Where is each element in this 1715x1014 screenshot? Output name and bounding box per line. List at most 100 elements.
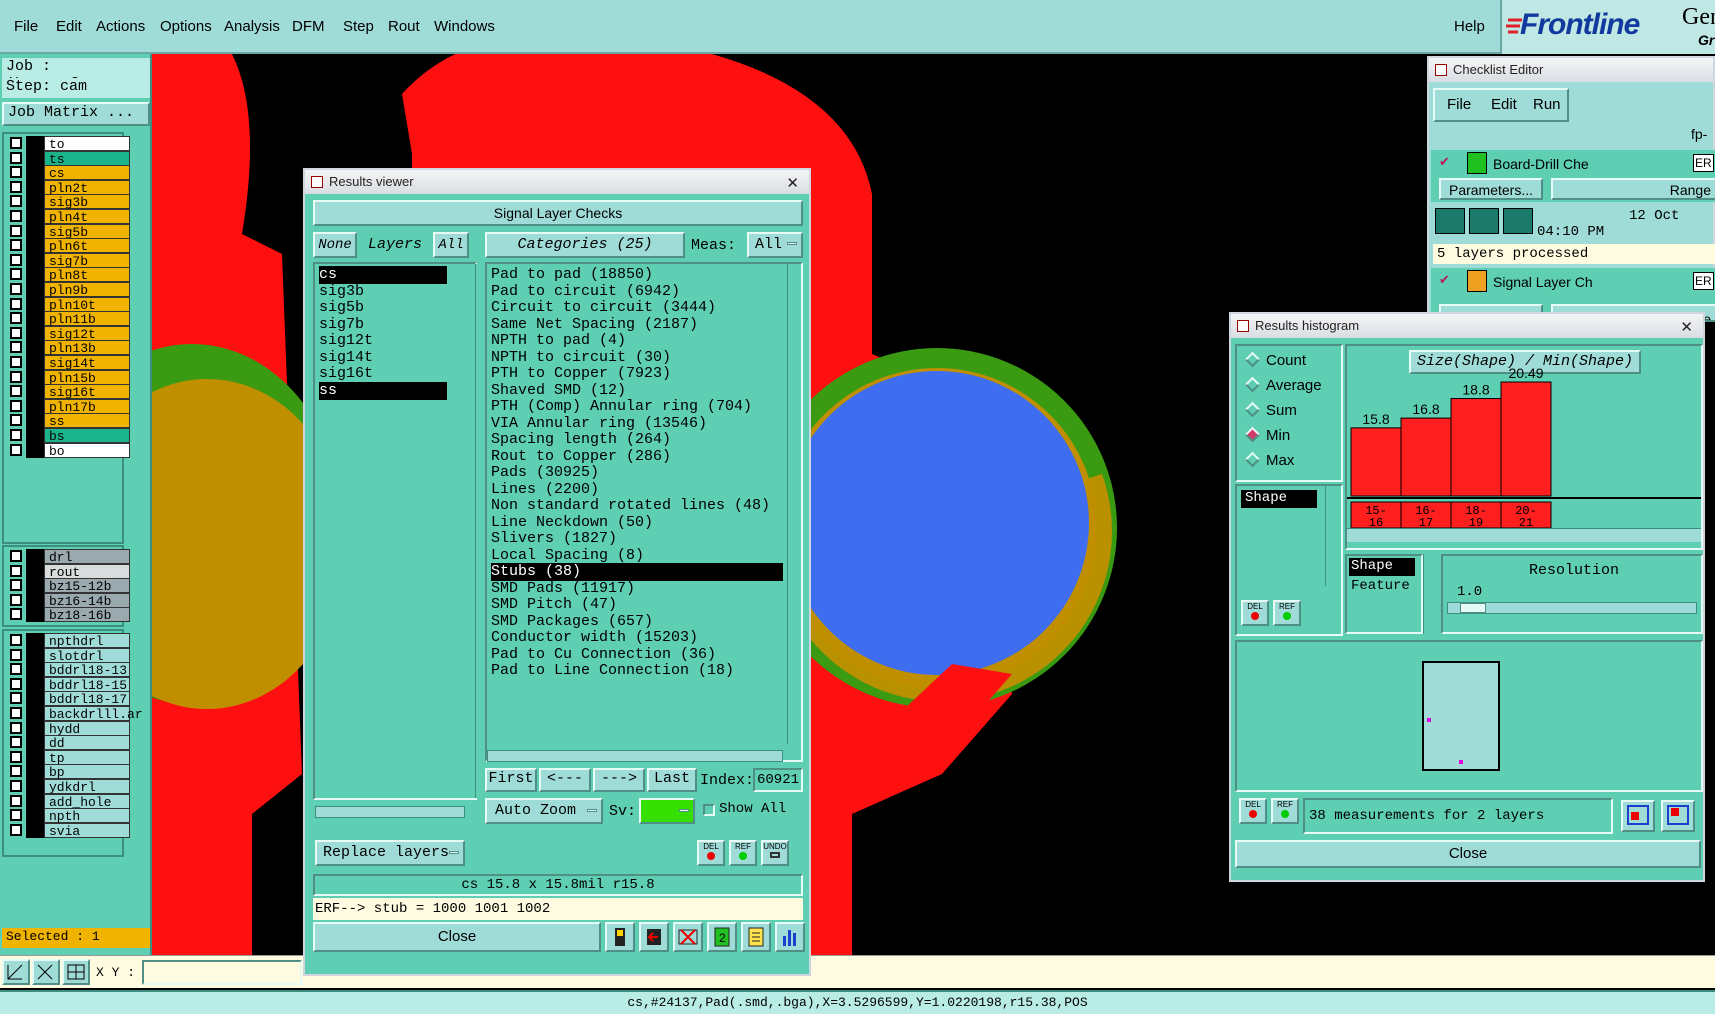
- layer-marker[interactable]: [26, 578, 44, 594]
- layer-checkbox[interactable]: [10, 326, 22, 339]
- layer-marker[interactable]: [26, 209, 44, 224]
- radio-min[interactable]: Min: [1244, 426, 1290, 444]
- shape-feature-list[interactable]: Shape Feature: [1345, 554, 1423, 634]
- layer-marker[interactable]: [26, 633, 44, 648]
- board-drill-check-label[interactable]: Board-Drill Che: [1493, 156, 1589, 172]
- layer-name[interactable]: pln17b: [44, 398, 130, 415]
- layer-checkbox[interactable]: [10, 385, 22, 398]
- menu-step[interactable]: Step: [343, 18, 374, 35]
- layer-checkbox[interactable]: [10, 550, 22, 562]
- layer-name[interactable]: svia: [44, 822, 130, 839]
- close-icon[interactable]: ✕: [1680, 316, 1693, 340]
- layer-checkbox[interactable]: [10, 750, 22, 763]
- layer-checkbox[interactable]: [10, 297, 22, 310]
- all-layers-button[interactable]: All: [433, 232, 469, 258]
- category-list-item[interactable]: SMD Pads (11917): [491, 580, 783, 598]
- layer-checkbox[interactable]: [10, 721, 22, 734]
- layer-checkbox[interactable]: [10, 399, 22, 412]
- layer-checkbox[interactable]: [10, 692, 22, 705]
- layer-checkbox[interactable]: [10, 180, 22, 193]
- layer-marker[interactable]: [26, 340, 44, 356]
- layer-name[interactable]: bz15-12b: [44, 578, 130, 594]
- layer-name[interactable]: sig5b: [44, 223, 130, 240]
- layer-marker[interactable]: [26, 808, 44, 824]
- histogram-bar[interactable]: [1450, 398, 1502, 497]
- layer-marker[interactable]: [26, 793, 44, 809]
- preview-del-button[interactable]: DEL: [1239, 798, 1267, 824]
- layer-marker[interactable]: [26, 676, 44, 692]
- meas-dropdown[interactable]: All: [747, 232, 803, 258]
- auto-zoom-dropdown[interactable]: Auto Zoom: [485, 798, 603, 824]
- chart-hscroll[interactable]: [1347, 528, 1701, 542]
- back-tool-button[interactable]: [639, 922, 669, 952]
- checklist-titlebar[interactable]: Checklist Editor: [1429, 58, 1713, 82]
- layers-hscroll[interactable]: [315, 806, 465, 818]
- prev-button[interactable]: <---: [539, 768, 591, 792]
- layer-marker[interactable]: [26, 592, 44, 608]
- layer-marker[interactable]: [26, 369, 44, 385]
- category-list-item[interactable]: SMD Pitch (47): [491, 596, 783, 614]
- show-all-checkbox[interactable]: [703, 804, 715, 816]
- histogram-list-scrollbar[interactable]: [1325, 486, 1339, 586]
- category-list-item[interactable]: Slivers (1827): [491, 530, 783, 548]
- category-list-item[interactable]: Rout to Copper (286): [491, 448, 783, 466]
- layer-marker[interactable]: [26, 355, 44, 370]
- close-button[interactable]: Close: [313, 922, 601, 952]
- run-icon[interactable]: [1435, 208, 1465, 234]
- layer-name[interactable]: sig14t: [44, 355, 130, 371]
- layer-marker[interactable]: [26, 384, 44, 400]
- layer-marker[interactable]: [26, 563, 44, 579]
- layer-name[interactable]: ts: [44, 150, 130, 167]
- radio-count[interactable]: Count: [1244, 351, 1306, 369]
- category-list-item[interactable]: Conductor width (15203): [491, 629, 783, 647]
- layer-name[interactable]: pln4t: [44, 209, 130, 225]
- layer-marker[interactable]: [26, 311, 44, 327]
- layer-marker[interactable]: [26, 413, 44, 429]
- board-preview[interactable]: [1235, 640, 1703, 792]
- menu-rout[interactable]: Rout: [388, 18, 420, 35]
- layer-name[interactable]: bs: [44, 428, 130, 444]
- layer-marker[interactable]: [26, 398, 44, 414]
- layer-checkbox[interactable]: [10, 341, 22, 354]
- layer-checkbox[interactable]: [10, 239, 22, 252]
- shape-list-scrollbar[interactable]: [1423, 554, 1437, 634]
- category-list-item[interactable]: NPTH to circuit (30): [491, 349, 783, 367]
- layer-checkbox[interactable]: [10, 736, 22, 749]
- layer-checkbox[interactable]: [10, 429, 22, 441]
- category-list-item[interactable]: Lines (2200): [491, 481, 783, 499]
- histogram-titlebar[interactable]: Results histogram ✕: [1231, 314, 1703, 338]
- layer-marker[interactable]: [26, 150, 44, 166]
- results-viewer-titlebar[interactable]: Results viewer ✕: [305, 170, 809, 194]
- undo-button[interactable]: UNDO: [761, 840, 789, 866]
- highlight-tool-button[interactable]: [605, 922, 635, 952]
- layer-checkbox[interactable]: [10, 151, 22, 164]
- zoom-area-button[interactable]: [1661, 800, 1695, 832]
- layer-marker[interactable]: [26, 735, 44, 751]
- checklist-menu-file[interactable]: File: [1447, 96, 1471, 113]
- resolution-slider-thumb[interactable]: [1460, 603, 1486, 613]
- layer-list-item[interactable]: sig5b: [319, 299, 447, 317]
- layer-marker[interactable]: [26, 764, 44, 780]
- layer-checkbox[interactable]: [10, 253, 22, 266]
- layer-checkbox[interactable]: [10, 166, 22, 179]
- select-tool-button[interactable]: [2, 959, 30, 985]
- layer-name[interactable]: drl: [44, 549, 130, 565]
- layer-name[interactable]: pln9b: [44, 282, 130, 298]
- layer-marker[interactable]: [26, 779, 44, 794]
- layer-name[interactable]: ydkdrl: [44, 779, 130, 795]
- layer-checkbox[interactable]: [10, 634, 22, 646]
- xy-input[interactable]: [142, 960, 302, 985]
- layer-name[interactable]: backdrlll.ar: [44, 706, 143, 722]
- layer-checkbox[interactable]: [10, 823, 22, 836]
- radio-max[interactable]: Max: [1244, 451, 1294, 469]
- layer-name[interactable]: pln15b: [44, 369, 130, 386]
- layer-checkbox[interactable]: [10, 356, 22, 368]
- shape-item[interactable]: Shape: [1349, 558, 1415, 576]
- radio-average[interactable]: Average: [1244, 376, 1322, 394]
- menu-windows[interactable]: Windows: [434, 18, 495, 35]
- layer-name[interactable]: bz18-16b: [44, 607, 130, 623]
- filter-tool-button[interactable]: [673, 922, 703, 952]
- layers-listbox[interactable]: cs sig3b sig5b sig7b sig12t sig14t sig16t ss: [313, 262, 477, 800]
- category-list-item[interactable]: VIA Annular ring (13546): [491, 415, 783, 433]
- checklist-menu-run[interactable]: Run: [1533, 96, 1561, 113]
